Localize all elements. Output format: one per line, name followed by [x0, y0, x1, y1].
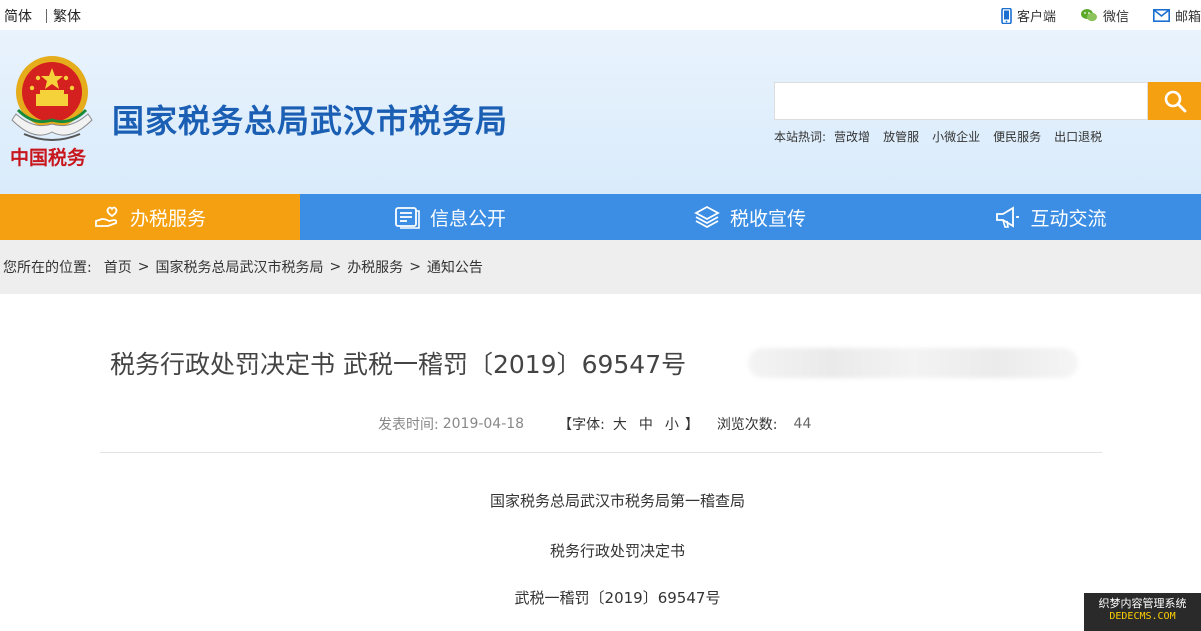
nav-item-label: 互动交流	[1030, 207, 1107, 230]
wechat-link[interactable]: 微信	[1080, 6, 1129, 25]
lang-simplified-link[interactable]: 简体	[4, 6, 32, 26]
client-link[interactable]: 客户端	[1001, 6, 1056, 25]
article-paragraph: 税务行政处罚决定书	[549, 542, 685, 560]
breadcrumb-separator: >	[137, 259, 150, 275]
font-size-close: 】	[684, 417, 699, 433]
document-icon	[395, 207, 420, 229]
views-count: 44	[793, 416, 812, 432]
lang-divider	[46, 9, 47, 23]
breadcrumb-link-home[interactable]: 首页	[104, 257, 132, 277]
hot-word-link[interactable]: 便民服务	[993, 128, 1041, 145]
article-paragraph: 国家税务总局武汉市税务局第一稽查局	[489, 492, 745, 510]
hot-word-link[interactable]: 放管服	[883, 128, 919, 145]
hot-word-link[interactable]: 小微企业	[932, 128, 980, 145]
hot-words: 本站热词: 营改增 放管服 小微企业 便民服务 出口退税	[774, 128, 1102, 145]
top-links: 客户端 微信 邮箱	[1001, 6, 1201, 25]
publish-label: 发表时间:	[378, 417, 439, 433]
search-input[interactable]	[774, 82, 1148, 120]
hot-words-label: 本站热词:	[774, 130, 827, 144]
nav-item-tax-service[interactable]: 办税服务	[0, 194, 300, 240]
breadcrumb: 您所在的位置: 首页 > 国家税务总局武汉市税务局 > 办税服务 > 通知公告	[0, 240, 1201, 294]
site-title: 国家税务总局武汉市税务局	[112, 102, 509, 140]
article-divider	[100, 452, 1102, 453]
megaphone-icon	[996, 206, 1020, 228]
hot-word-link[interactable]: 营改增	[834, 128, 870, 145]
search-icon	[1164, 90, 1186, 113]
national-emblem-icon	[11, 56, 93, 141]
nav-item-label: 税收宣传	[729, 207, 806, 230]
nav-item-label: 信息公开	[429, 207, 506, 230]
breadcrumb-separator: >	[329, 259, 342, 275]
nav-item-label: 办税服务	[129, 207, 206, 230]
article-title: 税务行政处罚决定书 武税一稽罚〔2019〕69547号	[110, 350, 687, 379]
client-link-label: 客户端	[1016, 10, 1056, 25]
dedecms-watermark: 织梦内容管理系统 DEDECMS.COM	[1084, 593, 1201, 631]
top-bar: 简体 繁体 客户端 微信 邮箱	[0, 0, 1201, 30]
hot-word-link[interactable]: 出口退税	[1054, 128, 1102, 145]
hand-service-icon	[95, 206, 118, 227]
nav-item-interaction[interactable]: 互动交流	[900, 194, 1201, 240]
wechat-icon	[1080, 9, 1097, 22]
publish-date: 2019-04-18	[442, 416, 525, 432]
seal-text: 中国税务	[10, 147, 87, 169]
blurred-title-suffix	[748, 348, 1078, 378]
nav-item-info-disclosure[interactable]: 信息公开	[300, 194, 600, 240]
article-meta: 发表时间: 2019-04-18 【字体: 大 中 小 】 浏览次数: 44	[378, 414, 811, 434]
breadcrumb-link-bureau[interactable]: 国家税务总局武汉市税务局	[155, 257, 323, 277]
nav-item-tax-publicity[interactable]: 税收宣传	[600, 194, 900, 240]
font-size-small[interactable]: 小	[665, 414, 679, 434]
mail-icon	[1152, 9, 1170, 22]
font-size-medium[interactable]: 中	[639, 414, 653, 434]
font-size-switcher: 【字体: 大 中 小 】	[558, 414, 699, 434]
font-size-open: 【字体:	[558, 417, 605, 433]
language-switcher: 简体 繁体	[4, 6, 81, 26]
font-size-large[interactable]: 大	[613, 414, 627, 434]
lang-traditional-link[interactable]: 繁体	[53, 6, 81, 26]
article-paragraph: 武税一稽罚〔2019〕69547号	[514, 589, 721, 607]
views-label: 浏览次数:	[716, 417, 778, 433]
wechat-link-label: 微信	[1102, 10, 1129, 25]
breadcrumb-link-tax-service[interactable]: 办税服务	[347, 257, 403, 277]
breadcrumb-link-notices[interactable]: 通知公告	[427, 257, 483, 277]
breadcrumb-separator: >	[409, 259, 421, 275]
layers-icon	[694, 205, 720, 229]
site-header: 中国税务 国家税务总局武汉市税务局 本站热词: 营改增 放管服 小微企业 便民服…	[0, 30, 1201, 194]
breadcrumb-prefix: 您所在的位置:	[3, 260, 92, 276]
main-nav: 办税服务 信息公开 税收宣传 互动交流	[0, 194, 1201, 240]
search-button[interactable]	[1148, 82, 1201, 120]
watermark-line2: DEDECMS.COM	[1109, 611, 1176, 622]
mobile-icon	[1001, 7, 1012, 24]
watermark-line1: 织梦内容管理系统	[1098, 597, 1187, 610]
mail-link-label: 邮箱	[1174, 10, 1201, 25]
mail-link[interactable]: 邮箱	[1152, 6, 1201, 25]
